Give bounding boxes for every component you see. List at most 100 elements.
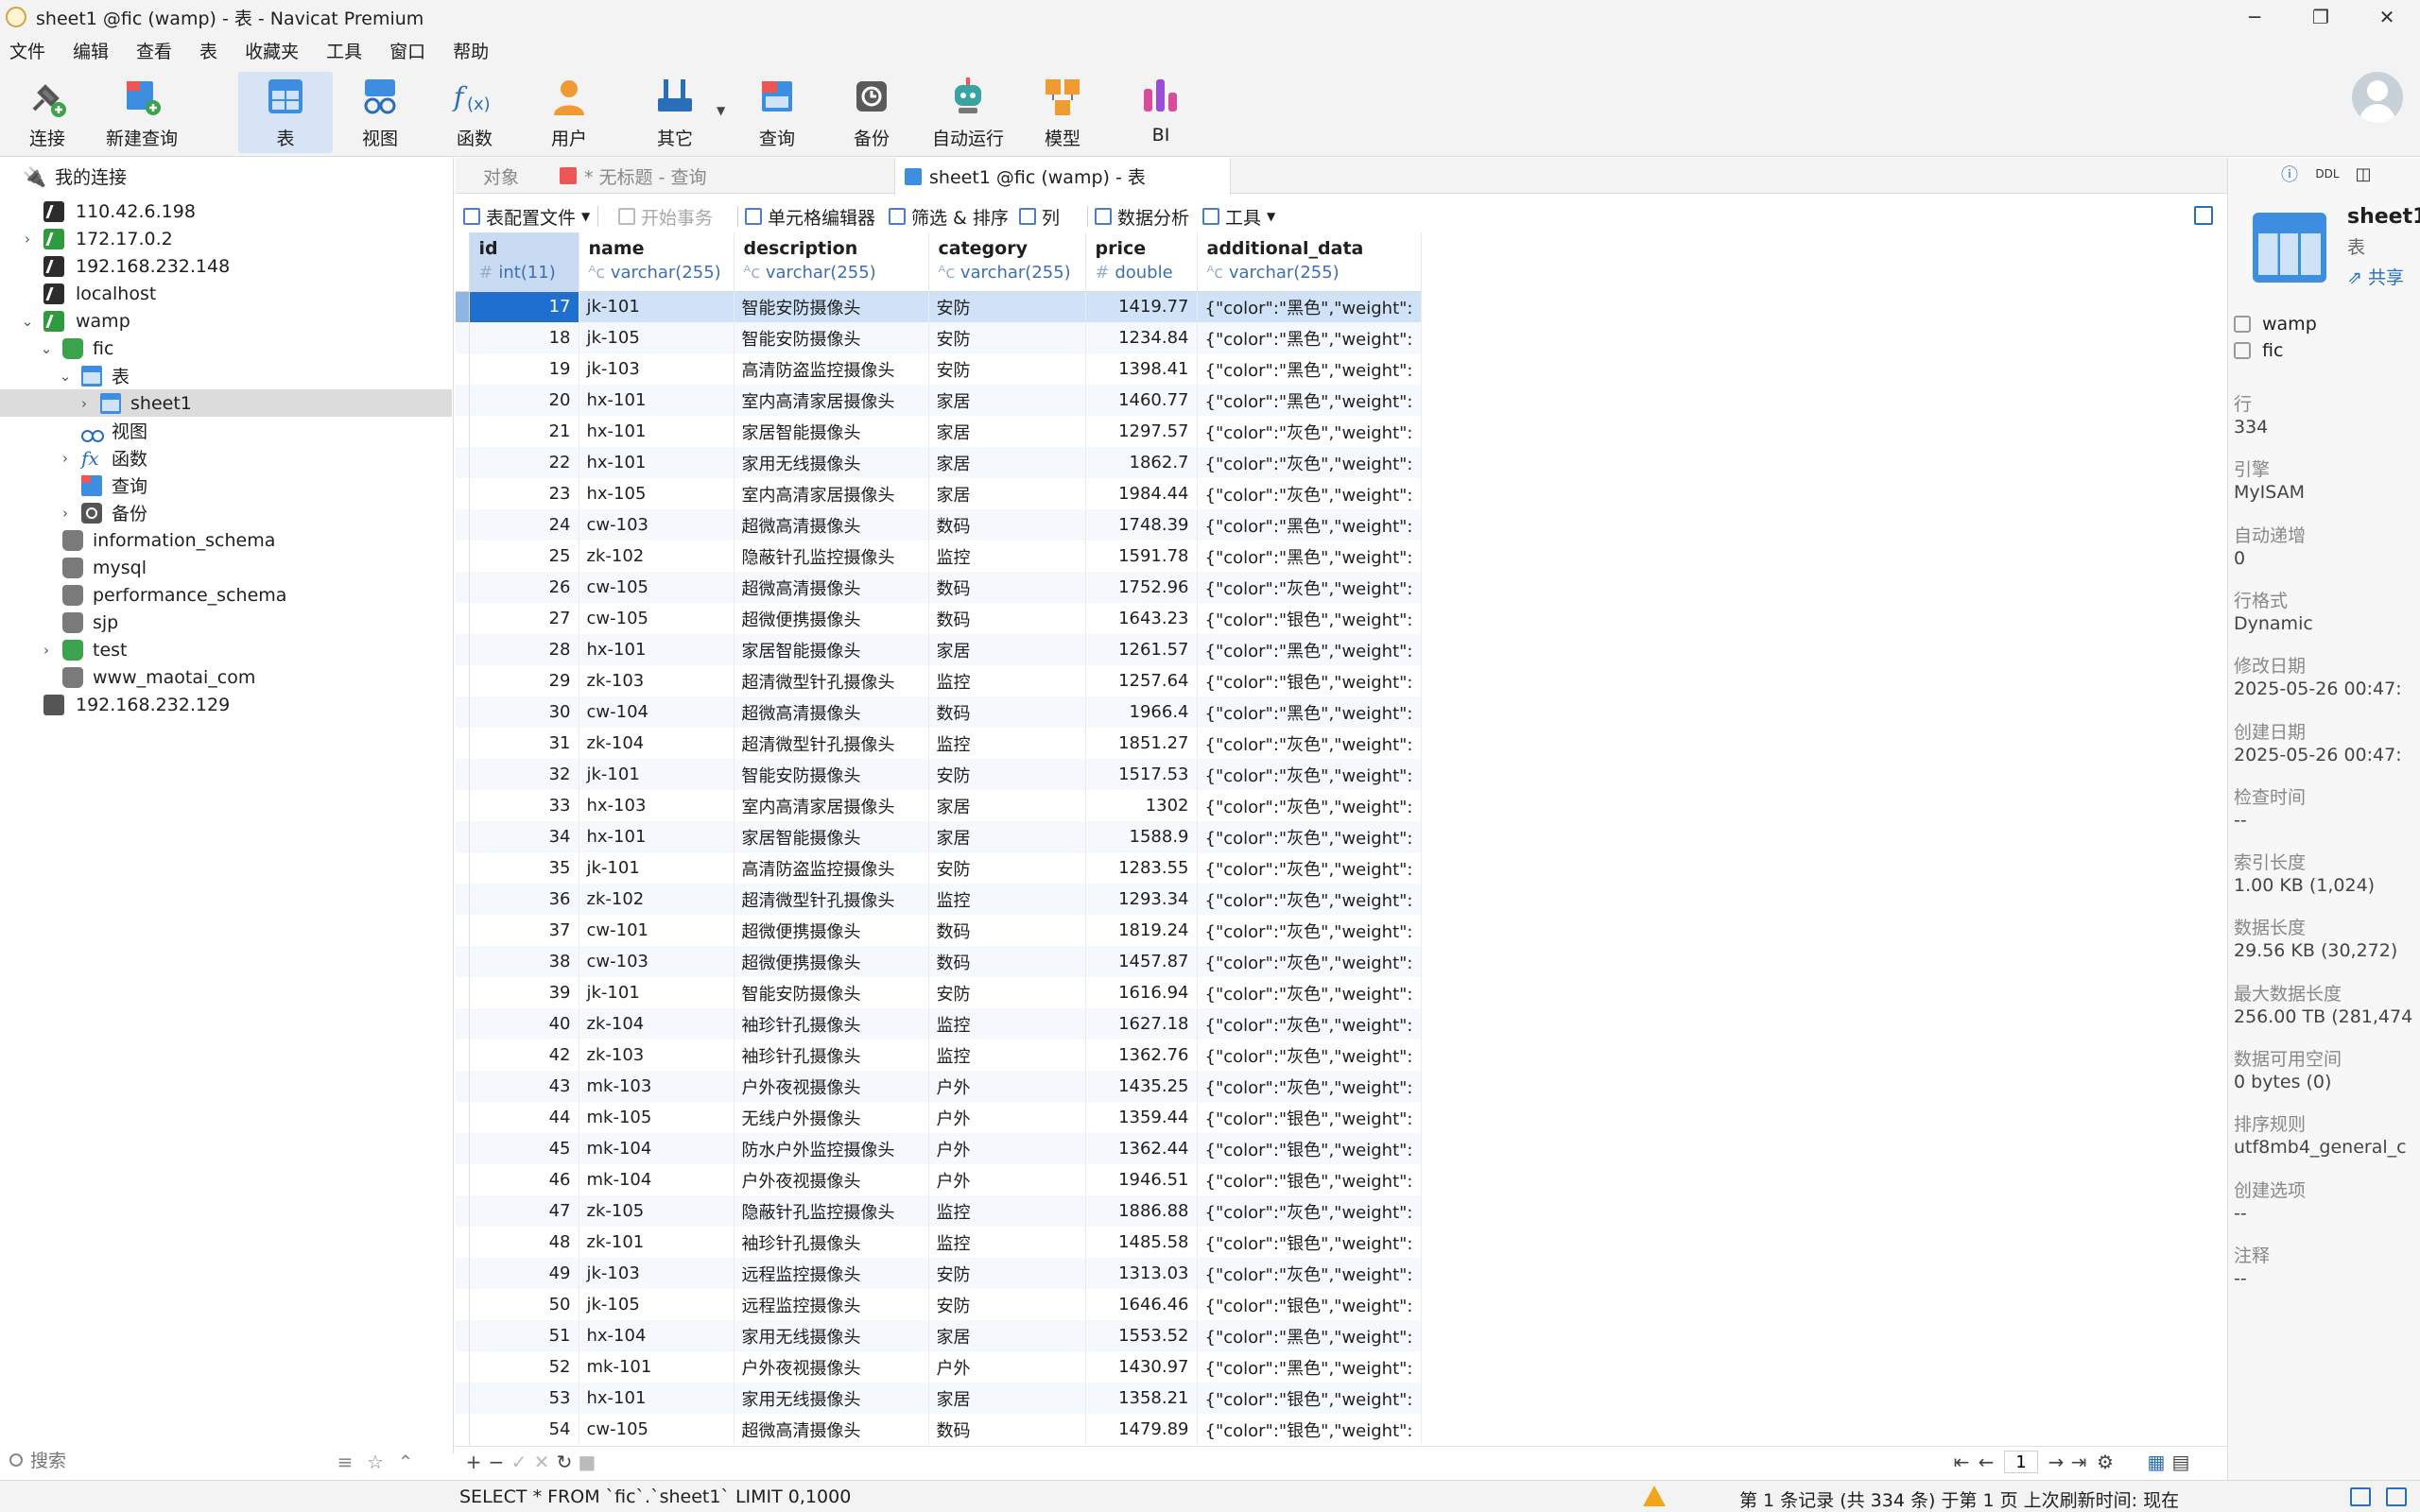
cell-additional-data[interactable]: {"color":"银色","weight": [1197, 1383, 1422, 1414]
cell-description[interactable]: 户外夜视摄像头 [734, 1351, 929, 1383]
cell-additional-data[interactable]: {"color":"灰色","weight": [1197, 821, 1422, 852]
cell-name[interactable]: hx-103 [579, 790, 735, 821]
cell-category[interactable]: 户外 [928, 1351, 1086, 1383]
cell-price[interactable]: 1359.44 [1085, 1102, 1198, 1133]
row-marker[interactable] [456, 728, 470, 759]
cell-name[interactable]: zk-105 [579, 1195, 735, 1227]
cell-id[interactable]: 52 [469, 1351, 579, 1383]
ddl-tab-icon[interactable]: DDL [2315, 162, 2340, 186]
cell-additional-data[interactable]: {"color":"黑色","weight": [1197, 541, 1422, 572]
cell-description[interactable]: 智能安防摄像头 [734, 759, 929, 790]
cell-name[interactable]: hx-101 [579, 821, 735, 852]
toolbar-query-button[interactable]: 查询 [730, 72, 824, 153]
cell-category[interactable]: 户外 [928, 1164, 1086, 1195]
menu-favorites[interactable]: 收藏夹 [235, 38, 317, 63]
toolbar-view-button[interactable]: 视图 [333, 72, 427, 153]
cell-name[interactable]: mk-103 [579, 1071, 735, 1102]
cell-name[interactable]: hx-101 [579, 416, 735, 447]
row-marker[interactable] [456, 353, 470, 385]
cell-additional-data[interactable]: {"color":"银色","weight": [1197, 1102, 1422, 1133]
cell-id[interactable]: 25 [469, 541, 579, 572]
cell-price[interactable]: 1362.44 [1085, 1133, 1198, 1164]
maximize-button[interactable]: ❐ [2288, 0, 2354, 34]
chevron-down-icon[interactable]: ⌄ [21, 313, 34, 330]
table-row[interactable]: 22 hx-101 家用无线摄像头 家居 1862.7 {"color":"灰色","we… [456, 447, 1422, 478]
cell-description[interactable]: 高清防盗监控摄像头 [734, 852, 929, 884]
row-marker[interactable] [456, 665, 470, 696]
table-row[interactable]: 36 zk-102 超清微型针孔摄像头 监控 1293.34 {"color":"灰色",… [456, 884, 1422, 915]
cell-category[interactable]: 家居 [928, 478, 1086, 509]
cell-id[interactable]: 17 [469, 291, 579, 322]
begin-transaction-button[interactable]: 开始事务 [618, 202, 713, 231]
toolbar-model-button[interactable]: 模型 [1015, 72, 1110, 153]
cell-price[interactable]: 1886.88 [1085, 1195, 1198, 1227]
cell-category[interactable]: 监控 [928, 541, 1086, 572]
cell-id[interactable]: 30 [469, 696, 579, 728]
row-marker[interactable] [456, 852, 470, 884]
cell-name[interactable]: zk-101 [579, 1227, 735, 1258]
other-dropdown-caret-icon[interactable]: ▼ [717, 104, 725, 117]
cell-additional-data[interactable]: {"color":"银色","weight": [1197, 1414, 1422, 1445]
cell-category[interactable]: 数码 [928, 1414, 1086, 1445]
cell-name[interactable]: zk-104 [579, 728, 735, 759]
table-row[interactable]: 39 jk-101 智能安防摄像头 安防 1616.94 {"color":"灰色","w… [456, 977, 1422, 1008]
cell-id[interactable]: 28 [469, 634, 579, 665]
cell-description[interactable]: 袖珍针孔摄像头 [734, 1008, 929, 1040]
column-header-additional-data[interactable]: additional_data varchar(255) [1197, 232, 1422, 292]
cell-price[interactable]: 1297.57 [1085, 416, 1198, 447]
cell-price[interactable]: 1819.24 [1085, 915, 1198, 946]
table-row[interactable]: 48 zk-101 袖珍针孔摄像头 监控 1485.58 {"color":"银色","w… [456, 1227, 1422, 1258]
cell-category[interactable]: 数码 [928, 946, 1086, 977]
row-marker[interactable] [456, 821, 470, 852]
cell-additional-data[interactable]: {"color":"银色","weight": [1197, 1227, 1422, 1258]
cell-id[interactable]: 32 [469, 759, 579, 790]
cell-description[interactable]: 超微便携摄像头 [734, 603, 929, 634]
cell-name[interactable]: cw-105 [579, 572, 735, 603]
cell-additional-data[interactable]: {"color":"灰色","weight": [1197, 447, 1422, 478]
cell-id[interactable]: 26 [469, 572, 579, 603]
cell-price[interactable]: 1517.53 [1085, 759, 1198, 790]
cell-id[interactable]: 33 [469, 790, 579, 821]
table-config-file-button[interactable]: 表配置文件 ▼ [463, 202, 590, 231]
info-tab-icon[interactable]: ⓘ [2277, 162, 2302, 186]
cell-description[interactable]: 超清微型针孔摄像头 [734, 728, 929, 759]
cell-name[interactable]: jk-105 [579, 1289, 735, 1320]
cell-category[interactable]: 数码 [928, 915, 1086, 946]
fullscreen-icon[interactable] [2194, 206, 2213, 225]
cell-name[interactable]: zk-103 [579, 665, 735, 696]
tab-objects[interactable]: 对象 [456, 158, 546, 194]
cell-category[interactable]: 家居 [928, 447, 1086, 478]
cell-additional-data[interactable]: {"color":"灰色","weight": [1197, 884, 1422, 915]
cell-name[interactable]: zk-103 [579, 1040, 735, 1071]
column-header-name[interactable]: name varchar(255) [579, 232, 735, 292]
cell-price[interactable]: 1752.96 [1085, 572, 1198, 603]
cell-description[interactable]: 隐蔽针孔监控摄像头 [734, 541, 929, 572]
cell-additional-data[interactable]: {"color":"银色","weight": [1197, 603, 1422, 634]
toolbar-bi-button[interactable]: BI [1114, 72, 1208, 153]
cell-name[interactable]: cw-101 [579, 915, 735, 946]
data-analysis-button[interactable]: 数据分析 [1095, 202, 1189, 231]
table-row[interactable]: 37 cw-101 超微便携摄像头 数码 1819.24 {"color":"灰色","w… [456, 915, 1422, 946]
row-marker[interactable] [456, 1071, 470, 1102]
cell-id[interactable]: 47 [469, 1195, 579, 1227]
tab-sheet1-table[interactable]: sheet1 @fic (wamp) - 表 [894, 158, 1231, 195]
menu-view[interactable]: 查看 [127, 38, 190, 63]
row-marker[interactable] [456, 416, 470, 447]
cell-category[interactable]: 安防 [928, 852, 1086, 884]
cell-additional-data[interactable]: {"color":"灰色","weight": [1197, 852, 1422, 884]
table-row[interactable]: 30 cw-104 超微高清摄像头 数码 1966.4 {"color":"黑色","we… [456, 696, 1422, 728]
cell-category[interactable]: 家居 [928, 1383, 1086, 1414]
cell-additional-data[interactable]: {"color":"黑色","weight": [1197, 1351, 1422, 1383]
nav-database[interactable]: mysql [0, 554, 452, 581]
cell-additional-data[interactable]: {"color":"银色","weight": [1197, 1164, 1422, 1195]
cell-id[interactable]: 40 [469, 1008, 579, 1040]
nav-database-fic[interactable]: ⌄ fic [0, 335, 452, 362]
cell-id[interactable]: 22 [469, 447, 579, 478]
cell-price[interactable]: 1257.64 [1085, 665, 1198, 696]
cell-category[interactable]: 家居 [928, 790, 1086, 821]
refresh-icon[interactable]: ↻ [552, 1450, 577, 1474]
columns-button[interactable]: 列 [1019, 202, 1060, 231]
row-marker[interactable] [456, 696, 470, 728]
nav-database[interactable]: › test [0, 636, 452, 663]
nav-backups-folder[interactable]: › 备份 [0, 499, 452, 526]
